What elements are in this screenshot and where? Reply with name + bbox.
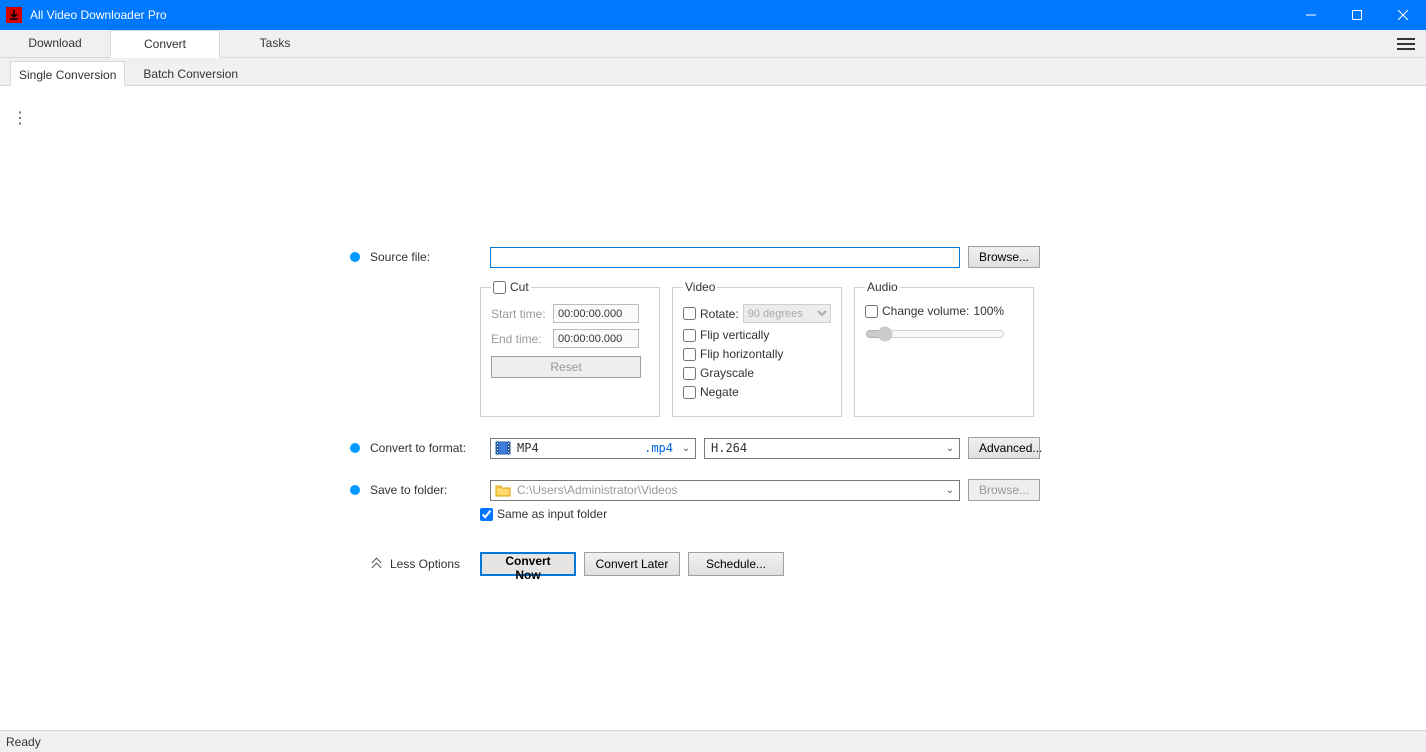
negate-checkbox[interactable]	[683, 386, 696, 399]
flip-horizontal-checkbox[interactable]	[683, 348, 696, 361]
volume-label: Change volume:	[882, 304, 969, 318]
chevron-down-icon: ⌄	[941, 443, 959, 454]
more-options-icon[interactable]: ⋮	[12, 116, 28, 122]
status-bar: Ready	[0, 730, 1426, 752]
less-options-toggle[interactable]: Less Options	[370, 557, 480, 571]
save-path: C:\Users\Administrator\Videos	[515, 483, 941, 497]
chevron-up-icon	[370, 557, 384, 571]
window-title: All Video Downloader Pro	[30, 8, 1288, 22]
volume-slider[interactable]	[865, 326, 1005, 342]
status-text: Ready	[6, 735, 41, 749]
audio-group: Audio Change volume: 100%	[854, 280, 1034, 417]
less-options-label: Less Options	[390, 557, 460, 571]
end-time-input[interactable]	[553, 329, 639, 348]
cut-checkbox[interactable]	[493, 281, 506, 294]
codec-name: H.264	[705, 441, 941, 455]
chevron-down-icon: ⌄	[941, 485, 959, 496]
folder-icon	[495, 483, 511, 497]
content-area: ⋮ Source file: Browse... Cut Start time:	[0, 86, 1426, 730]
volume-checkbox[interactable]	[865, 305, 878, 318]
same-folder-checkbox[interactable]	[480, 508, 493, 521]
negate-label: Negate	[700, 385, 739, 399]
convert-later-button[interactable]: Convert Later	[584, 552, 680, 576]
minimize-button[interactable]	[1288, 0, 1334, 30]
format-name: MP4	[515, 441, 644, 455]
rotate-select[interactable]: 90 degrees	[743, 304, 831, 323]
close-button[interactable]	[1380, 0, 1426, 30]
save-folder-select[interactable]: C:\Users\Administrator\Videos ⌄	[490, 480, 960, 501]
sub-tabs: Single Conversion Batch Conversion	[0, 58, 1426, 86]
end-time-label: End time:	[491, 332, 547, 346]
bullet-icon	[350, 485, 360, 495]
main-tabs: Download Convert Tasks	[0, 30, 1426, 58]
same-folder-label-wrap[interactable]: Same as input folder	[480, 507, 607, 521]
same-folder-label: Same as input folder	[497, 507, 607, 521]
video-legend: Video	[683, 280, 717, 294]
grayscale-checkbox[interactable]	[683, 367, 696, 380]
source-file-label: Source file:	[370, 250, 490, 264]
sub-tab-single[interactable]: Single Conversion	[10, 61, 125, 89]
convert-to-label: Convert to format:	[370, 441, 490, 455]
titlebar: All Video Downloader Pro	[0, 0, 1426, 30]
flip-vertical-checkbox[interactable]	[683, 329, 696, 342]
source-file-input[interactable]	[490, 247, 960, 268]
flip-horizontal-label: Flip horizontally	[700, 347, 783, 361]
volume-value: 100%	[973, 304, 1004, 318]
rotate-label: Rotate:	[700, 307, 739, 321]
tab-tasks[interactable]: Tasks	[220, 29, 330, 57]
menu-icon[interactable]	[1392, 34, 1420, 54]
start-time-input[interactable]	[553, 304, 639, 323]
flip-vertical-label: Flip vertically	[700, 328, 769, 342]
video-group: Video Rotate: 90 degrees Flip vertically…	[672, 280, 842, 417]
schedule-button[interactable]: Schedule...	[688, 552, 784, 576]
cut-group: Cut Start time: End time: Reset	[480, 280, 660, 417]
bullet-icon	[350, 252, 360, 262]
tab-download[interactable]: Download	[0, 29, 110, 57]
save-to-label: Save to folder:	[370, 483, 490, 497]
tab-convert[interactable]: Convert	[110, 30, 220, 58]
codec-select[interactable]: H.264 ⌄	[704, 438, 960, 459]
format-ext: .mp4	[644, 441, 677, 455]
grayscale-label: Grayscale	[700, 366, 754, 380]
convert-now-button[interactable]: Convert Now	[480, 552, 576, 576]
audio-legend: Audio	[865, 280, 900, 294]
chevron-down-icon: ⌄	[677, 443, 695, 454]
browse-source-button[interactable]: Browse...	[968, 246, 1040, 268]
film-icon	[495, 441, 511, 455]
reset-button[interactable]: Reset	[491, 356, 641, 378]
maximize-button[interactable]	[1334, 0, 1380, 30]
rotate-checkbox[interactable]	[683, 307, 696, 320]
sub-tab-batch[interactable]: Batch Conversion	[135, 61, 246, 87]
advanced-button[interactable]: Advanced...	[968, 437, 1040, 459]
start-time-label: Start time:	[491, 307, 547, 321]
browse-folder-button[interactable]: Browse...	[968, 479, 1040, 501]
bullet-icon	[350, 443, 360, 453]
app-icon	[6, 7, 22, 23]
cut-legend: Cut	[510, 280, 529, 294]
format-select[interactable]: MP4 .mp4 ⌄	[490, 438, 696, 459]
